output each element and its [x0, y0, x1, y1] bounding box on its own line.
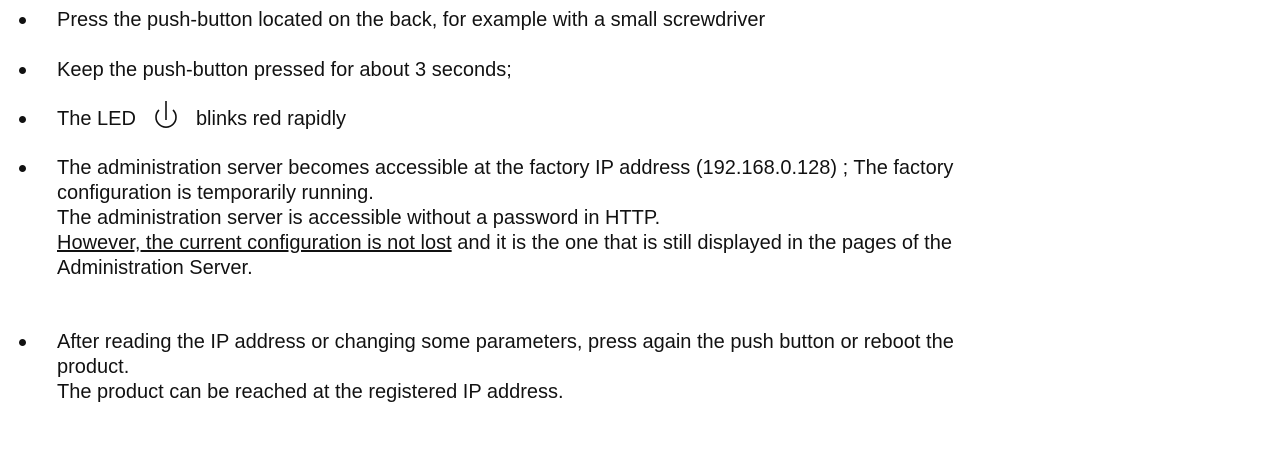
bullet-4-line-4-rest: and it is the one that is still displaye… [451, 232, 952, 254]
underlined-note: However, the current configuration is no… [57, 232, 452, 254]
document-page: Press the push-button located on the bac… [0, 0, 1266, 461]
bullet-4-line-4: However, the current configuration is no… [57, 231, 1252, 256]
list-item-text: The administration server becomes access… [57, 156, 1252, 281]
list-item-text: The LED blinks red rapidly [57, 100, 1252, 132]
list-item-text: Keep the push-button pressed for about 3… [57, 58, 1252, 83]
bullet-2-text: Keep the push-button pressed for about 3… [57, 59, 512, 81]
led-sentence-end: blinks red rapidly [195, 108, 347, 130]
bullet-1-text: Press the push-button located on the bac… [57, 9, 766, 31]
bullet-4-line-1: The administration server becomes access… [57, 157, 954, 179]
bullet-5-line-1: After reading the IP address or changing… [57, 331, 954, 353]
bullet-4-line-5: Administration Server. [57, 257, 253, 279]
bullet-4-line-3: The administration server is accessible … [57, 207, 661, 229]
bullet-icon [19, 339, 26, 346]
bullet-icon [19, 165, 26, 172]
power-led-icon [148, 100, 184, 131]
bullet-5-line-3: The product can be reached at the regist… [57, 381, 564, 403]
list-item-text: After reading the IP address or changing… [57, 330, 1252, 405]
bullet-3-text: The LED blinks red rapidly [57, 100, 1252, 132]
bullet-icon [19, 67, 26, 74]
led-sentence-start: The LED [57, 108, 136, 130]
bullet-icon [19, 17, 26, 24]
bullet-icon [19, 116, 26, 123]
list-item-text: Press the push-button located on the bac… [57, 8, 1252, 33]
bullet-4-line-2: configuration is temporarily running. [57, 182, 374, 204]
bullet-5-line-2: product. [57, 356, 130, 378]
